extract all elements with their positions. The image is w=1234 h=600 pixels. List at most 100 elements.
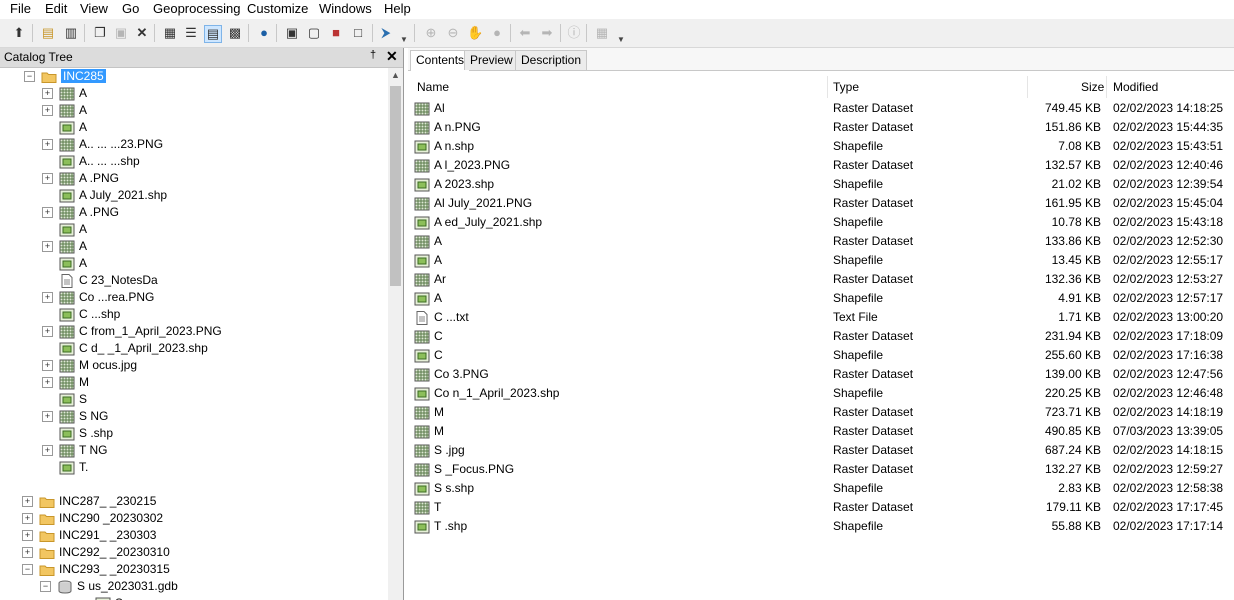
expand-icon[interactable]: + [42,207,53,219]
menu-go[interactable]: Go [122,1,139,17]
tree-item[interactable]: S [42,391,87,408]
toolbar-options-chevron-icon[interactable]: ▼ [617,35,625,44]
python-window-icon[interactable]: □ [350,25,366,41]
up-one-level-icon[interactable]: ⬆ [11,25,27,41]
tree-item[interactable]: + T NG [42,442,107,459]
copy-icon[interactable]: ❐ [92,25,108,41]
contents-row[interactable]: S _Focus.PNG Raster Dataset 132.27 KB 02/02… [408,460,1234,479]
contents-row[interactable]: M Raster Dataset 723.71 KB 02/02/2023 14:18… [408,403,1234,422]
contents-row[interactable]: Al Raster Dataset 749.45 KB 02/02/2023 14:1… [408,99,1234,118]
menu-file[interactable]: File [10,1,31,17]
tree-item[interactable]: + A [42,238,87,255]
tree-item[interactable]: + A .PNG [42,204,119,221]
expand-icon[interactable]: + [42,292,53,304]
tree-item[interactable]: S us [78,595,139,600]
expand-icon[interactable]: + [42,139,53,151]
back-icon[interactable]: ⬅ [517,25,533,41]
tree-item[interactable]: − S us_2023031.gdb [40,578,178,595]
expand-icon[interactable]: + [42,360,53,372]
delete-icon[interactable]: ✕ [134,25,150,41]
contents-row[interactable]: A l_2023.PNG Raster Dataset 132.57 KB 02/02… [408,156,1234,175]
expand-icon[interactable]: + [22,547,33,559]
catalog-tree-scrollbar[interactable]: ▲ [388,68,403,600]
scrollbar-thumb[interactable] [390,86,401,286]
contents-row[interactable]: M Raster Dataset 490.85 KB 07/03/2023 13:39… [408,422,1234,441]
contents-row[interactable]: A Shapefile 13.45 KB 02/02/2023 12:55:17 [408,251,1234,270]
full-extent-icon[interactable]: ● [489,25,505,41]
search-window-icon[interactable]: ▢ [306,25,322,41]
tab-preview[interactable]: Preview [464,50,519,70]
contents-row[interactable]: A 2023.shp Shapefile 21.02 KB 02/02/2023 12… [408,175,1234,194]
contents-row[interactable]: A Raster Dataset 133.86 KB 02/02/2023 12:52… [408,232,1234,251]
arctoolbox-icon[interactable]: ■ [328,25,344,41]
tree-item[interactable]: + A.. ... ...23.PNG [42,136,163,153]
menu-edit[interactable]: Edit [45,1,67,17]
column-divider[interactable] [1106,76,1107,98]
expand-icon[interactable]: + [42,241,53,253]
expand-icon[interactable]: + [42,88,53,100]
contents-row[interactable]: Ar Raster Dataset 132.36 KB 02/02/2023 12:5… [408,270,1234,289]
tree-item[interactable]: A [42,119,87,136]
menu-geoprocessing[interactable]: Geoprocessing [153,1,240,17]
contents-row[interactable]: T Raster Dataset 179.11 KB 02/02/2023 17:17… [408,498,1234,517]
tab-contents[interactable]: Contents [410,50,471,71]
tree-item[interactable]: + M ocus.jpg [42,357,137,374]
paste-icon[interactable]: ▣ [113,25,129,41]
contents-row[interactable]: A Shapefile 4.91 KB 02/02/2023 12:57:17 [408,289,1234,308]
tree-item[interactable]: + A .PNG [42,170,119,187]
expand-icon[interactable]: + [42,326,53,338]
contents-row[interactable]: S s.shp Shapefile 2.83 KB 02/02/2023 12:58:… [408,479,1234,498]
tree-item[interactable]: C 23_NotesDa [42,272,158,289]
pin-icon[interactable]: † [370,49,376,61]
contents-row[interactable]: A ed_July_2021.shp Shapefile 10.78 KB 02/02… [408,213,1234,232]
scroll-up-icon[interactable]: ▲ [391,70,400,80]
create-thumbnail-icon[interactable]: ▦ [594,25,610,41]
contents-row[interactable]: C ...txt Text File 1.71 KB 02/02/2023 13:00… [408,308,1234,327]
tab-description[interactable]: Description [515,50,588,70]
contents-row[interactable]: Co 3.PNG Raster Dataset 139.00 KB 02/02/202… [408,365,1234,384]
expand-icon[interactable]: + [22,496,33,508]
menu-view[interactable]: View [80,1,108,17]
expand-icon[interactable]: + [22,530,33,542]
collapse-icon[interactable]: − [22,564,33,576]
tree-item[interactable]: S .shp [42,425,113,442]
tree-item[interactable]: + A [42,85,87,102]
column-header-type[interactable]: Type [833,77,859,97]
tree-item[interactable]: + M [42,374,89,391]
tree-folder-item[interactable]: + INC291_ _230303 [22,527,156,544]
column-divider[interactable] [1027,76,1028,98]
details-view-icon[interactable]: ▤ [204,25,222,43]
zoom-in-icon[interactable]: ⊕ [423,25,439,41]
large-icons-view-icon[interactable]: ▦ [162,25,178,41]
close-icon[interactable]: ✕ [386,48,398,65]
launch-arcmap-icon[interactable]: ● [256,25,272,41]
forward-icon[interactable]: ➡ [539,25,555,41]
tree-item[interactable]: A [42,221,87,238]
pan-icon[interactable]: ✋ [467,25,483,41]
tree-folder-item[interactable]: + INC287_ _230215 [22,493,156,510]
catalog-tree-window-icon[interactable]: ▣ [284,25,300,41]
toolbar-options-chevron-icon[interactable]: ▼ [400,35,408,44]
column-header-size[interactable]: Size [1081,77,1104,97]
tree-item[interactable]: A.. ... ...shp [42,153,140,170]
disconnect-folder-icon[interactable]: ▥ [63,25,79,41]
collapse-icon[interactable]: − [40,581,51,593]
collapse-icon[interactable]: − [24,71,35,83]
column-header-name[interactable]: Name [417,77,449,97]
connect-folder-icon[interactable]: ▤ [40,25,56,41]
contents-row[interactable]: Co n_1_April_2023.shp Shapefile 220.25 KB 0… [408,384,1234,403]
expand-icon[interactable]: + [42,445,53,457]
menu-customize[interactable]: Customize [247,1,308,17]
expand-icon[interactable]: + [42,173,53,185]
tree-item[interactable]: C ...shp [42,306,120,323]
tree-item[interactable]: + Co ...rea.PNG [42,289,154,306]
list-view-icon[interactable]: ☰ [183,25,199,41]
contents-row[interactable]: Al July_2021.PNG Raster Dataset 161.95 KB 0… [408,194,1234,213]
contents-row[interactable]: C Raster Dataset 231.94 KB 02/02/2023 17:18… [408,327,1234,346]
contents-row[interactable]: S .jpg Raster Dataset 687.24 KB 02/02/2023 … [408,441,1234,460]
tree-folder-item[interactable]: + INC292_ _20230310 [22,544,170,561]
tree-item[interactable]: + S NG [42,408,108,425]
tree-item[interactable]: + A [42,102,87,119]
zoom-out-icon[interactable]: ⊖ [445,25,461,41]
expand-icon[interactable]: + [42,105,53,117]
